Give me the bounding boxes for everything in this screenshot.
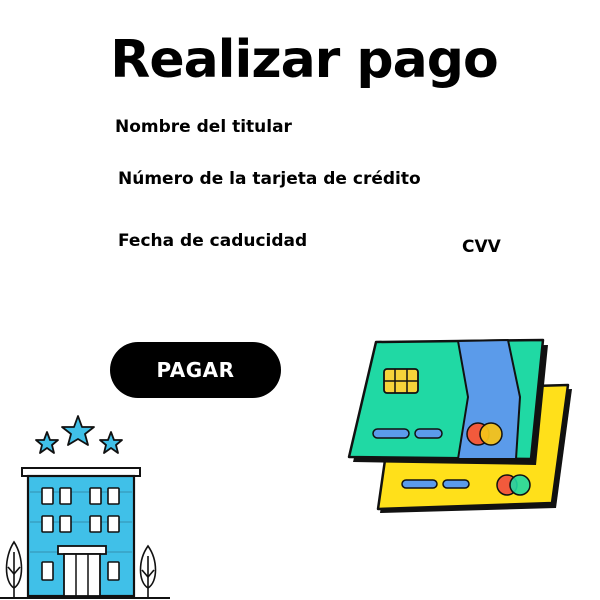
hotel-building-icon	[0, 415, 170, 599]
star-icon	[35, 431, 59, 454]
expiry-date-label: Fecha de caducidad	[118, 231, 308, 251]
cvv-input[interactable]	[462, 262, 542, 284]
card-chip-icon	[383, 368, 419, 394]
green-card	[347, 338, 548, 465]
expiry-date-input[interactable]	[118, 256, 338, 278]
star-icon	[99, 431, 123, 454]
star-icon	[61, 415, 95, 446]
card-number-label: Número de la tarjeta de crédito	[118, 169, 421, 189]
pay-button[interactable]: PAGAR	[110, 342, 281, 398]
mastercard-logo-icon	[466, 422, 503, 446]
cvv-label: CVV	[462, 237, 501, 257]
credit-cards-icon	[347, 338, 572, 513]
tree-icon	[139, 544, 157, 598]
page-title: Realizar pago	[110, 30, 498, 90]
card-number-input[interactable]	[118, 194, 478, 216]
cardholder-name-input[interactable]	[115, 142, 475, 164]
cardholder-name-label: Nombre del titular	[115, 117, 292, 137]
rating-stars-icon	[35, 415, 123, 454]
tree-icon	[5, 540, 23, 598]
